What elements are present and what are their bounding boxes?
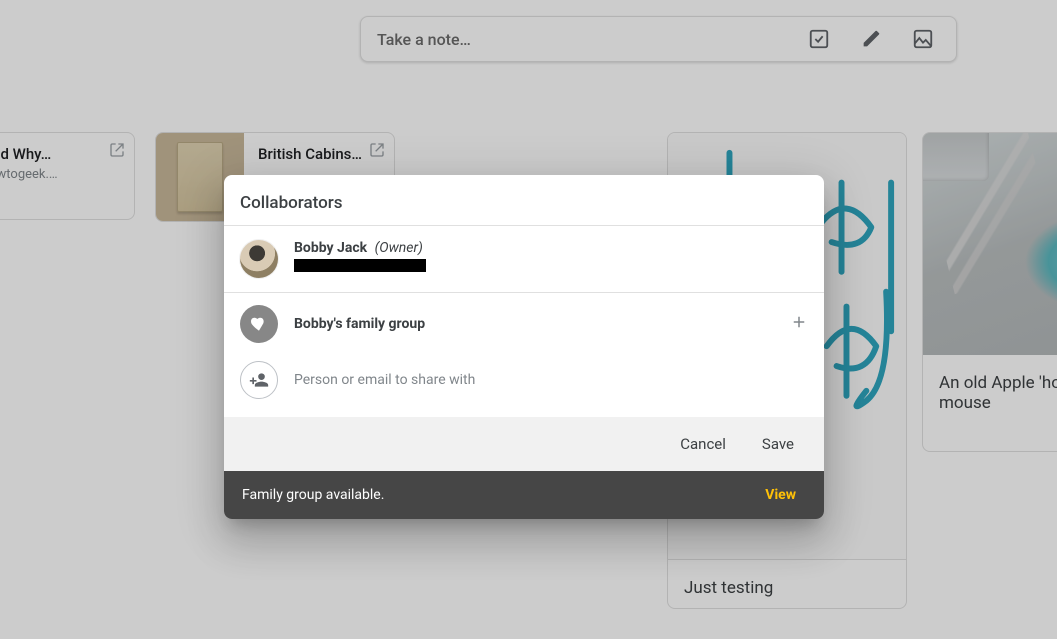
add-group-icon[interactable] bbox=[790, 313, 808, 335]
family-group-row[interactable]: Bobby's family group bbox=[224, 293, 824, 355]
group-avatar-icon bbox=[240, 305, 278, 343]
new-drawing-icon[interactable] bbox=[850, 18, 892, 60]
add-collaborator-row bbox=[224, 355, 824, 417]
collaborators-dialog: Collaborators Bobby Jack (Owner) Bobby's… bbox=[224, 175, 824, 519]
note-card-photo[interactable]: An old Apple 'hockey puck' mouse bbox=[922, 132, 1057, 452]
add-person-icon bbox=[240, 361, 278, 399]
dialog-actions: Cancel Save bbox=[224, 417, 824, 471]
note-photo bbox=[923, 133, 1057, 355]
note-card-subtitle: www.howtogeek.… bbox=[0, 167, 120, 182]
note-card-title: British Cabins… bbox=[258, 145, 380, 163]
save-button[interactable]: Save bbox=[762, 435, 794, 453]
dialog-title: Collaborators bbox=[240, 193, 808, 213]
new-image-note-icon[interactable] bbox=[902, 18, 944, 60]
owner-avatar bbox=[240, 240, 278, 278]
new-note-bar[interactable]: Take a note… bbox=[360, 16, 957, 62]
new-note-placeholder: Take a note… bbox=[377, 30, 788, 49]
open-link-icon[interactable] bbox=[108, 141, 126, 159]
note-card-caption: An old Apple 'hockey puck' mouse bbox=[923, 355, 1057, 431]
open-link-icon[interactable] bbox=[368, 141, 386, 159]
note-card-link[interactable]: How and Why… www.howtogeek.… bbox=[0, 132, 135, 220]
owner-row: Bobby Jack (Owner) bbox=[224, 226, 824, 293]
toast-view-button[interactable]: View bbox=[765, 487, 796, 503]
book-cover-graphic bbox=[177, 142, 223, 212]
toast-message: Family group available. bbox=[242, 487, 765, 503]
owner-role: (Owner) bbox=[375, 240, 423, 256]
family-group-toast: Family group available. View bbox=[224, 471, 824, 519]
owner-name: Bobby Jack bbox=[294, 240, 367, 256]
share-with-input[interactable] bbox=[294, 372, 808, 388]
note-card-caption: Just testing bbox=[668, 559, 906, 609]
note-card-title: How and Why… bbox=[0, 145, 120, 163]
cancel-button[interactable]: Cancel bbox=[680, 435, 726, 453]
owner-email-redacted bbox=[294, 259, 426, 272]
family-group-name: Bobby's family group bbox=[294, 316, 774, 332]
dialog-header: Collaborators bbox=[224, 175, 824, 226]
new-checklist-icon[interactable] bbox=[798, 18, 840, 60]
